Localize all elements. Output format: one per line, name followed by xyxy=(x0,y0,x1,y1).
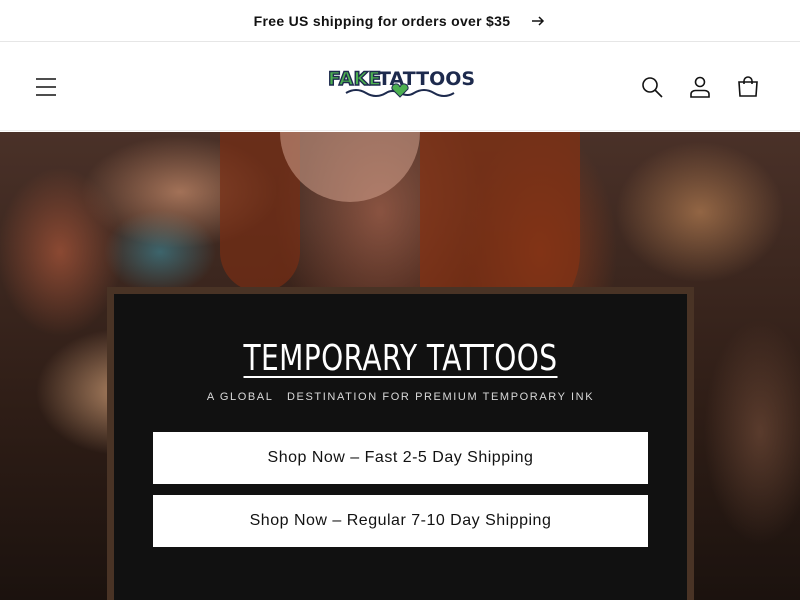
header-actions xyxy=(640,75,760,99)
site-logo[interactable]: FAKE TATTOOS xyxy=(326,63,475,105)
svg-text:FAKE: FAKE xyxy=(328,68,381,90)
hero-title[interactable]: TEMPORARY TATTOOS xyxy=(177,338,624,379)
arrow-right-icon[interactable] xyxy=(530,13,546,29)
search-icon[interactable] xyxy=(640,75,664,99)
shop-now-regular-button[interactable]: Shop Now – Regular 7-10 Day Shipping xyxy=(153,495,648,547)
shop-now-fast-button[interactable]: Shop Now – Fast 2-5 Day Shipping xyxy=(153,432,648,484)
announcement-text: Free US shipping for orders over $35 xyxy=(253,12,511,29)
hero-photo-face xyxy=(280,132,420,202)
cart-icon[interactable] xyxy=(736,75,760,99)
hero-content-box: TEMPORARY TATTOOS A GLOBAL DESTINATION F… xyxy=(107,287,694,600)
hamburger-menu-icon[interactable] xyxy=(34,75,58,99)
user-icon[interactable] xyxy=(688,75,712,99)
site-header: FAKE TATTOOS xyxy=(0,42,800,131)
announcement-bar[interactable]: Free US shipping for orders over $35 xyxy=(0,0,800,42)
hero-subtitle: A GLOBAL DESTINATION FOR PREMIUM TEMPORA… xyxy=(206,391,595,403)
